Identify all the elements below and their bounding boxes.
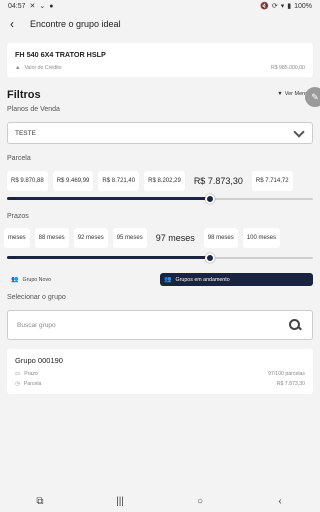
group-prazo-value: 97/100 parcelas: [268, 371, 305, 377]
group-parcela-value: R$ 7.873,30: [276, 381, 305, 387]
chevron-down-icon: [293, 127, 305, 139]
home-icon[interactable]: ○: [185, 496, 215, 507]
search-input[interactable]: [17, 321, 288, 329]
back-icon[interactable]: ‹: [265, 496, 295, 507]
parcela-option[interactable]: R$ 8.202,29: [144, 171, 185, 191]
grupos-andamento-label: Grupos em andamento: [175, 276, 230, 283]
triangle-icon: ▲: [15, 65, 21, 71]
battery-level: 100%: [294, 2, 312, 10]
group-parcela-row: ◷ Parcela R$ 7.873,30: [15, 381, 305, 387]
info-icon: ●: [49, 2, 54, 10]
credit-label: Valor do Crédito: [24, 65, 62, 71]
parcela-option[interactable]: R$ 8.721,40: [98, 171, 140, 191]
grupo-novo-button[interactable]: 👥 Grupo Novo: [7, 273, 160, 286]
group-prazo-row: ▭ Prazo 97/100 parcelas: [15, 371, 305, 377]
clock-icon: ◷: [15, 381, 20, 387]
credit-value-row: ▲ Valor do Crédito R$ 985.000,00: [15, 65, 305, 71]
slider-thumb[interactable]: [204, 194, 215, 204]
pencil-icon: ✎: [311, 91, 319, 102]
planos-select[interactable]: TESTE: [7, 122, 313, 144]
parcela-option[interactable]: R$ 9.469,99: [52, 171, 94, 191]
slider-fill: [7, 256, 210, 259]
planos-value: TESTE: [15, 129, 36, 137]
prazo-option[interactable]: 95 meses: [112, 228, 147, 248]
status-bar: 04:57 ✕ ⌄ ● 🔇 ⟳ ▾ ▮ 100%: [0, 0, 320, 12]
app-header: ‹ Encontre o grupo ideal: [0, 12, 320, 36]
close-icon: ✕: [29, 3, 36, 10]
group-prazo-label: Prazo: [24, 371, 38, 377]
prazo-option[interactable]: meses: [4, 228, 30, 248]
prazo-option-selected[interactable]: 97 meses: [151, 228, 199, 248]
parcela-options: R$ 9.870,88 R$ 9.469,99 R$ 8.721,40 R$ 8.20…: [0, 171, 320, 191]
select-group-label: Selecionar o grupo: [7, 294, 66, 301]
group-parcela-label: Parcela: [23, 381, 42, 387]
back-arrow-icon[interactable]: ‹: [10, 17, 22, 31]
planos-label: Planos de Venda: [7, 106, 60, 113]
prazos-label: Prazos: [7, 213, 29, 220]
wifi-icon: ▾: [280, 3, 285, 10]
search-box: [7, 310, 313, 340]
search-icon[interactable]: [288, 318, 302, 332]
slider-fill: [7, 197, 210, 200]
prazo-option[interactable]: 92 meses: [73, 228, 108, 248]
prazo-option[interactable]: 98 meses: [203, 228, 238, 248]
prazo-option[interactable]: 88 meses: [34, 228, 69, 248]
mute-icon: 🔇: [260, 3, 269, 10]
system-nav-bar: ⧉ ||| ○ ‹: [0, 490, 320, 512]
slider-thumb[interactable]: [204, 253, 215, 263]
edit-fab-button[interactable]: ✎: [305, 87, 320, 107]
sync-icon: ⟳: [271, 3, 278, 10]
people-icon: 👥: [11, 277, 19, 283]
parcela-option-selected[interactable]: R$ 7.873,30: [189, 171, 247, 191]
page-title: Encontre o grupo ideal: [30, 19, 121, 29]
grupos-andamento-button[interactable]: 👥 Grupos em andamento: [160, 273, 313, 286]
group-card[interactable]: Grupo 000190 ▭ Prazo 97/100 parcelas ◷ P…: [7, 349, 313, 394]
parcela-option[interactable]: R$ 9.870,88: [7, 171, 48, 191]
chevron-down-icon: ⌄: [39, 3, 46, 10]
people-icon: 👥: [164, 277, 172, 283]
group-type-toggle: 👥 Grupo Novo 👥 Grupos em andamento: [7, 273, 313, 286]
credit-title: FH 540 6X4 TRATOR HSLP: [15, 50, 106, 59]
battery-icon: ▮: [287, 3, 292, 10]
parcela-option[interactable]: R$ 7.714,72: [251, 171, 293, 191]
prazo-option[interactable]: 100 meses: [242, 228, 281, 248]
grupo-novo-label: Grupo Novo: [22, 276, 52, 283]
parcela-slider[interactable]: [7, 194, 313, 204]
group-name: Grupo 000190: [15, 356, 63, 365]
prazo-slider[interactable]: [7, 253, 313, 263]
filters-title: Filtros: [7, 89, 41, 101]
screenshot-icon[interactable]: ⧉: [25, 496, 55, 507]
prazo-options: meses 88 meses 92 meses 95 meses 97 meses 98 …: [0, 228, 320, 248]
filter-icon: ▼: [277, 91, 283, 97]
credit-card: FH 540 6X4 TRATOR HSLP ▲ Valor do Crédit…: [7, 43, 313, 77]
credit-value: R$ 985.000,00: [270, 65, 305, 71]
recent-apps-icon[interactable]: |||: [105, 496, 135, 507]
parcela-label: Parcela: [7, 155, 31, 162]
status-time: 04:57: [8, 2, 26, 10]
calendar-icon: ▭: [15, 371, 21, 377]
